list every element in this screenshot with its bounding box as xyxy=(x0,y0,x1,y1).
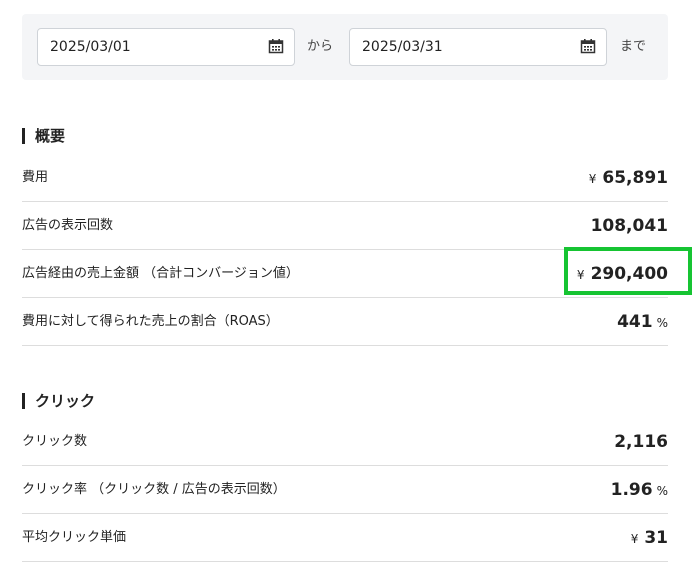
metric-value: 108,041 xyxy=(591,202,668,250)
metric-value: ¥65,891 xyxy=(589,154,668,203)
calendar-icon[interactable] xyxy=(580,38,596,54)
highlight-box xyxy=(564,247,692,295)
metric-label: 広告の表示回数 xyxy=(22,218,114,233)
metric-number: 65,891 xyxy=(602,168,668,188)
metric-number: 108,041 xyxy=(590,216,668,236)
yen-symbol: ¥ xyxy=(588,172,597,186)
metric-value: 1.96% xyxy=(611,466,668,515)
metric-value: 2,116 xyxy=(614,418,668,466)
percent-unit: % xyxy=(656,484,668,498)
metric-number: 441 xyxy=(617,312,653,332)
metric-label: クリック数 xyxy=(22,434,88,449)
section-title-overview: 概要 xyxy=(22,128,65,144)
section-title-clicks: クリック xyxy=(22,393,95,409)
end-date-value: 2025/03/31 xyxy=(362,39,443,55)
from-label: から xyxy=(307,39,334,54)
metric-label: 広告経由の売上金額 （合計コンバージョン値） xyxy=(22,266,299,281)
yen-symbol: ¥ xyxy=(630,532,639,546)
start-date-value: 2025/03/01 xyxy=(50,39,131,55)
calendar-icon[interactable] xyxy=(268,38,284,54)
metric-row-cost: 費用 ¥65,891 xyxy=(22,154,668,202)
end-date-input[interactable]: 2025/03/31 xyxy=(349,28,607,66)
metric-number: 31 xyxy=(644,528,668,548)
metric-row-clicks: クリック数 2,116 xyxy=(22,418,668,466)
date-range-panel: 2025/03/01 から 2025/03/31 まで xyxy=(22,14,668,80)
metric-row-cpc: 平均クリック単価 ¥31 xyxy=(22,514,668,562)
percent-unit: % xyxy=(656,316,668,330)
metric-value: 441% xyxy=(617,298,668,347)
metric-value: ¥31 xyxy=(631,514,668,563)
metric-number: 1.96 xyxy=(610,480,653,500)
metric-row-roas: 費用に対して得られた売上の割合（ROAS） 441% xyxy=(22,298,668,346)
metric-row-ctr: クリック率 （クリック数 / 広告の表示回数） 1.96% xyxy=(22,466,668,514)
metric-label: 費用に対して得られた売上の割合（ROAS） xyxy=(22,314,279,329)
start-date-input[interactable]: 2025/03/01 xyxy=(37,28,295,66)
metric-label: 費用 xyxy=(22,170,49,185)
metric-row-impressions: 広告の表示回数 108,041 xyxy=(22,202,668,250)
metric-label: クリック率 （クリック数 / 広告の表示回数） xyxy=(22,482,286,497)
metric-label: 平均クリック単価 xyxy=(22,530,127,545)
metric-number: 2,116 xyxy=(614,432,668,452)
to-label: まで xyxy=(620,39,647,54)
